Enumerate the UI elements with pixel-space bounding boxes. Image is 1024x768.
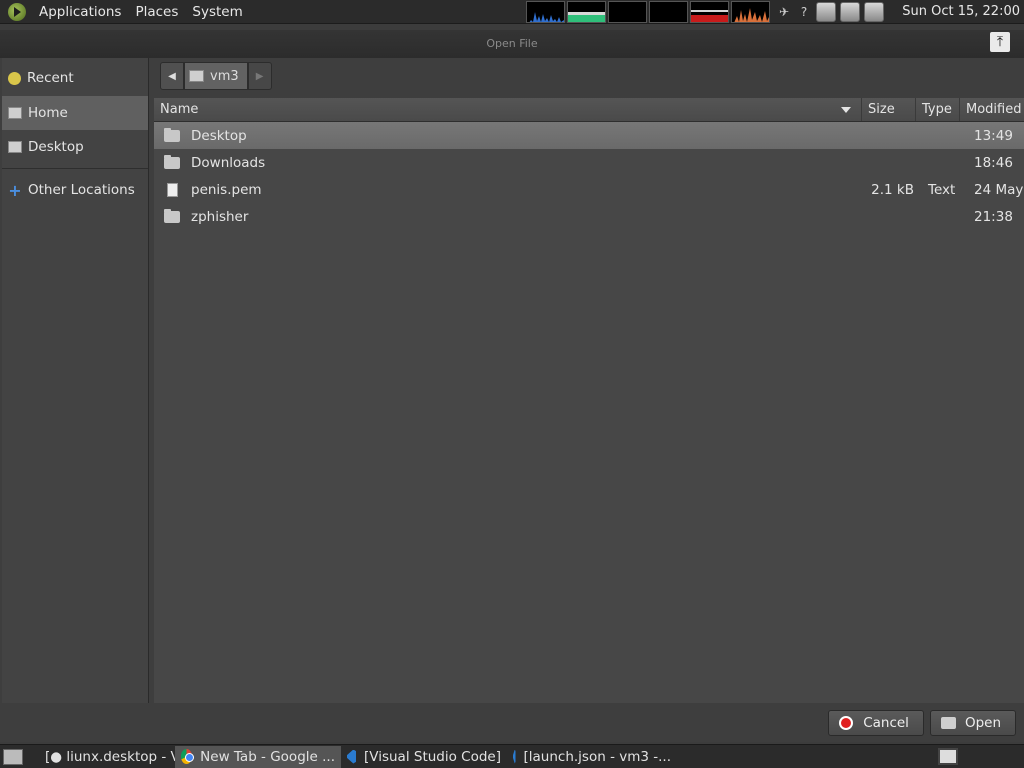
file-size: 2.1 kB [871,181,914,198]
path-crumb-label: vm3 [210,68,239,84]
sidebar-item-label: Recent [27,70,74,86]
trash-icon-3[interactable] [864,2,884,22]
show-desktop-icon[interactable] [3,748,23,765]
task-label: [Visual Studio Code] [364,748,501,765]
task-label: [● liunx.desktop - Vi... [45,748,175,765]
trash-icon-2[interactable] [840,2,860,22]
dialog-title: Open File [486,37,538,50]
dialog-titlebar[interactable]: Open File ⤒ [0,30,1024,58]
chevron-right-icon: ▶ [255,70,264,82]
column-headers: Name Size Type Modified [154,98,1024,122]
sidebar-item-home[interactable]: Home [2,96,148,130]
sort-descending-icon [841,107,851,113]
column-header-type[interactable]: Type [916,98,960,121]
folder-icon [164,154,180,169]
file-name: zphisher [191,208,249,225]
workspace-switcher-icon[interactable] [938,748,958,765]
file-row-pem[interactable]: penis.pem 2.1 kB Text 24 May [154,176,1024,203]
swap-monitor-graph [608,1,647,23]
bottom-taskbar: [● liunx.desktop - Vi... New Tab - Googl… [0,744,1024,768]
column-label: Modified [966,102,1022,117]
column-label: Type [922,102,952,117]
stop-icon [839,716,854,730]
places-sidebar: Recent Home Desktop + Other Locations [2,58,149,703]
vscode-icon [347,749,357,764]
home-folder-icon [8,107,22,119]
sidebar-separator [2,168,148,169]
home-folder-icon [189,70,204,82]
chrome-icon [181,749,195,764]
help-icon[interactable]: ? [796,4,812,20]
file-row-zphisher[interactable]: zphisher 21:38 [154,203,1024,230]
task-label: New Tab - Google ... [200,748,335,765]
distro-logo-icon[interactable] [8,2,26,21]
sidebar-item-desktop[interactable]: Desktop [2,130,148,164]
system-monitor-applet[interactable] [526,1,770,23]
taskbar-item-launch-json[interactable]: [launch.json - vm3 -... [507,746,677,768]
trash-icon[interactable] [816,2,836,22]
plus-icon: + [8,181,22,200]
text-file-icon [167,182,178,197]
file-modified: 13:49 [974,127,1013,144]
path-bar: ◀ vm3 ▶ [160,61,272,91]
cancel-label: Cancel [863,715,909,731]
disk-monitor-graph [649,1,688,23]
column-header-name[interactable]: Name [154,98,862,121]
sidebar-item-label: Desktop [28,139,84,155]
network-status-icon[interactable]: ✈ [776,4,792,20]
load-monitor-graph [731,1,770,23]
file-name: Desktop [191,127,247,144]
file-modified: 18:46 [974,154,1013,171]
file-modified: 24 May [974,181,1024,198]
task-label: [launch.json - vm3 -... [523,748,672,765]
file-row-desktop[interactable]: Desktop 13:49 [154,122,1024,149]
menu-system[interactable]: System [185,0,249,24]
folder-icon [164,208,180,223]
main-menu: Applications Places System [0,0,250,24]
column-header-modified[interactable]: Modified [960,98,1024,121]
cpu-monitor-graph [526,1,565,23]
desktop-folder-icon [8,141,22,153]
sidebar-item-recent[interactable]: Recent [2,61,148,95]
chevron-left-icon: ◀ [168,70,176,82]
top-panel: Applications Places System ✈ ? Sun Oct 1… [0,0,1024,24]
file-name: Downloads [191,154,266,171]
taskbar-item-liunx-desktop[interactable]: [● liunx.desktop - Vi... [31,746,175,768]
file-modified: 21:38 [974,208,1013,225]
sidebar-item-other-locations[interactable]: + Other Locations [2,173,148,207]
upload-arrow-icon[interactable]: ⤒ [990,32,1010,52]
cancel-button[interactable]: Cancel [828,710,924,736]
vscode-icon [513,749,516,764]
open-file-dialog: Open File ⤒ Recent Home Desktop + Other … [0,30,1024,742]
menu-applications[interactable]: Applications [32,0,128,24]
path-crumb-home[interactable]: vm3 [184,62,248,90]
file-list: Name Size Type Modified Desktop 13:49 Do… [154,98,1024,703]
path-forward-button[interactable]: ▶ [247,62,272,90]
column-header-size[interactable]: Size [862,98,916,121]
column-label: Name [160,102,199,117]
notification-tray: ✈ ? [776,2,884,22]
file-type: Text [928,181,956,198]
sidebar-item-label: Other Locations [28,182,135,198]
open-button[interactable]: Open [929,710,1016,736]
taskbar-item-vscode[interactable]: [Visual Studio Code] [341,746,507,768]
taskbar-item-chrome[interactable]: New Tab - Google ... [175,745,341,768]
menu-places[interactable]: Places [128,0,185,24]
memory-monitor-graph [567,1,606,23]
open-folder-icon [940,717,956,729]
sidebar-item-label: Home [28,105,68,121]
path-back-button[interactable]: ◀ [160,62,184,90]
file-row-downloads[interactable]: Downloads 18:46 [154,149,1024,176]
file-name: penis.pem [191,181,262,198]
desktop-folder-icon [164,127,180,142]
clock[interactable]: Sun Oct 15, 22:00 [902,0,1020,24]
dialog-actions: Cancel Open [828,710,1016,736]
column-label: Size [868,102,895,117]
open-label: Open [964,715,1001,731]
network-monitor-graph [690,1,729,23]
clock-icon [8,71,21,85]
